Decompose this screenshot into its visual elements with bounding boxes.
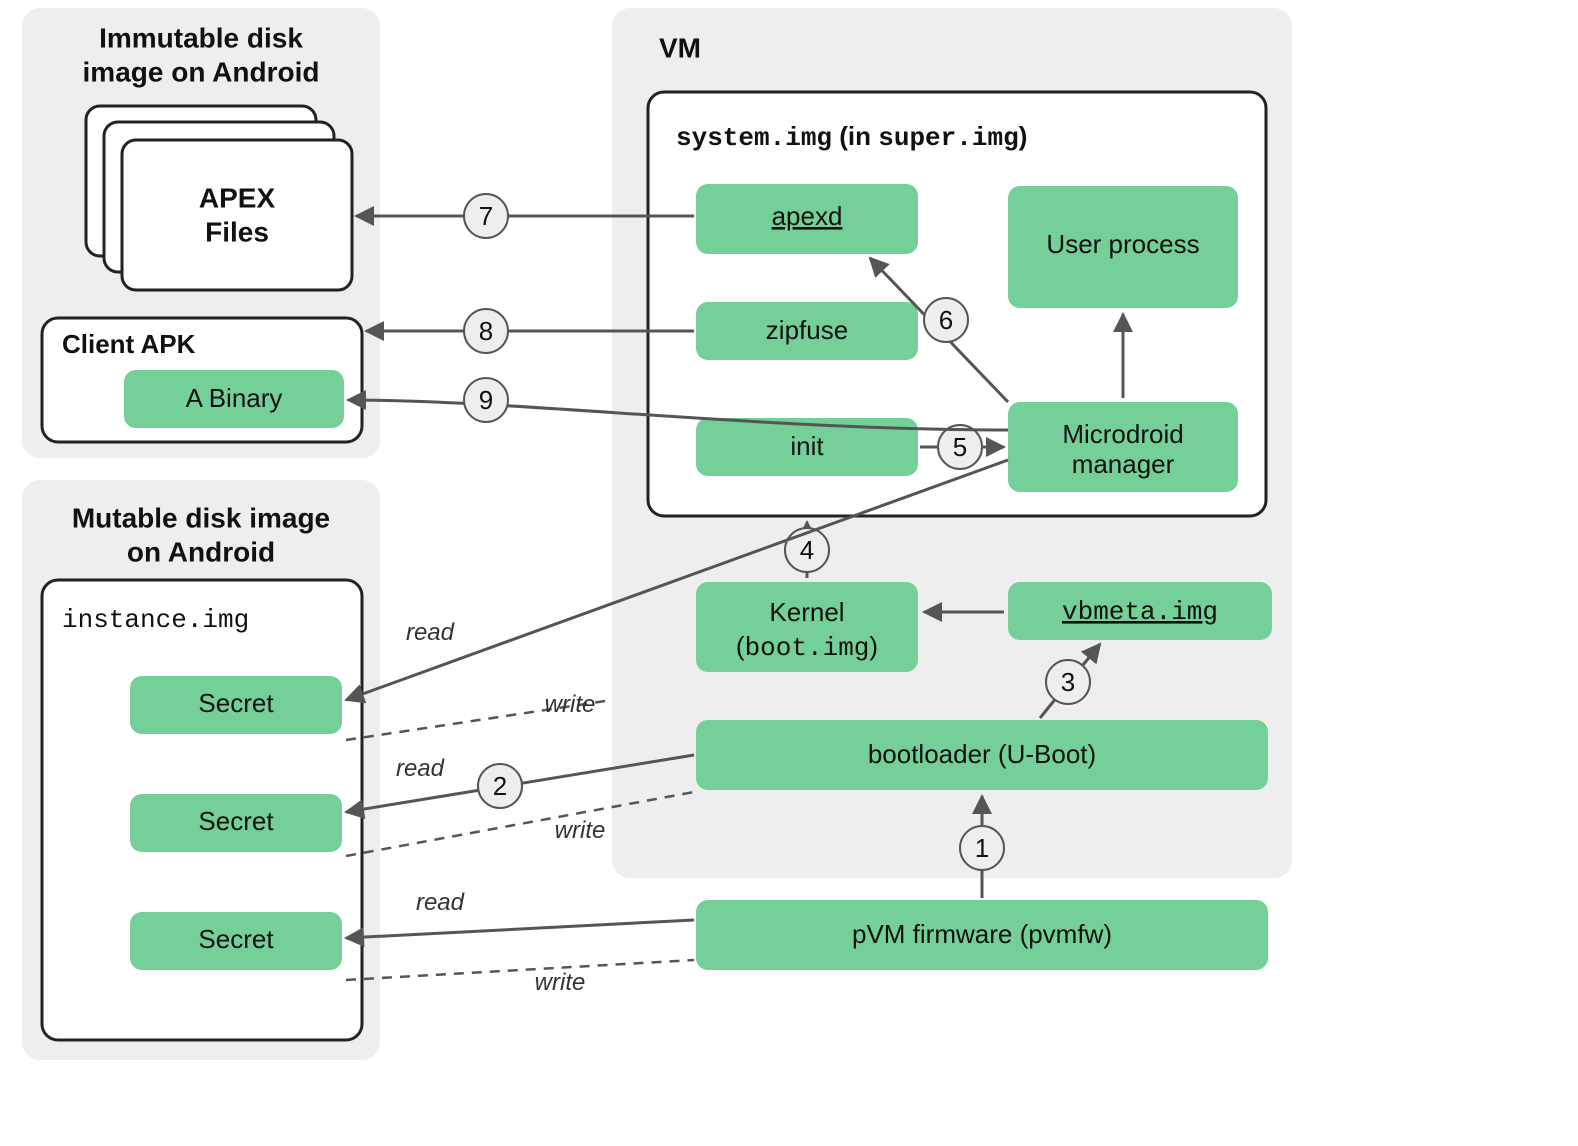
read-label-2: read bbox=[396, 755, 445, 782]
user-process-label: User process bbox=[1046, 229, 1199, 259]
step-6: 6 bbox=[939, 305, 953, 335]
bootloader-label: bootloader (U-Boot) bbox=[868, 739, 1096, 769]
kernel-label-2: (boot.img) bbox=[736, 631, 878, 663]
step-7: 7 bbox=[479, 201, 493, 231]
secret-2-label: Secret bbox=[198, 806, 274, 836]
read-label-1: read bbox=[406, 619, 455, 646]
step-2: 2 bbox=[493, 771, 507, 801]
vbmeta-label: vbmeta.img bbox=[1062, 597, 1218, 627]
step-1: 1 bbox=[975, 833, 989, 863]
secret-1-label: Secret bbox=[198, 688, 274, 718]
kernel-label-1: Kernel bbox=[769, 597, 844, 627]
apex-label-2: Files bbox=[205, 216, 269, 247]
write-label-2: write bbox=[555, 817, 606, 844]
mutable-title-1: Mutable disk image bbox=[72, 502, 330, 533]
secret-3-label: Secret bbox=[198, 924, 274, 954]
a-binary-label: A Binary bbox=[186, 383, 283, 413]
apexd-label: apexd bbox=[772, 201, 843, 231]
instance-img-label: instance.img bbox=[62, 605, 249, 635]
immutable-title-2: image on Android bbox=[83, 56, 320, 87]
write-label-3: write bbox=[535, 969, 586, 996]
step-9: 9 bbox=[479, 385, 493, 415]
step-3: 3 bbox=[1061, 667, 1075, 697]
microdroid-label-1: Microdroid bbox=[1062, 419, 1183, 449]
pvmfw-label: pVM firmware (pvmfw) bbox=[852, 919, 1112, 949]
write-label-1: write bbox=[545, 691, 596, 718]
arrow-read-pvm bbox=[346, 920, 694, 938]
init-label: init bbox=[790, 431, 824, 461]
client-apk-label: Client APK bbox=[62, 329, 196, 359]
system-img-label: system.img (in super.img) bbox=[676, 121, 1027, 153]
arrow-write-pvm bbox=[346, 960, 694, 980]
microdroid-label-2: manager bbox=[1072, 449, 1175, 479]
step-5: 5 bbox=[953, 432, 967, 462]
apex-label-1: APEX bbox=[199, 182, 276, 213]
apex-stack-front bbox=[122, 140, 352, 290]
immutable-title-1: Immutable disk bbox=[99, 22, 303, 53]
step-4: 4 bbox=[800, 535, 814, 565]
vm-title: VM bbox=[659, 32, 701, 63]
zipfuse-label: zipfuse bbox=[766, 315, 848, 345]
step-8: 8 bbox=[479, 316, 493, 346]
mutable-title-2: on Android bbox=[127, 536, 275, 567]
read-label-3: read bbox=[416, 889, 465, 916]
